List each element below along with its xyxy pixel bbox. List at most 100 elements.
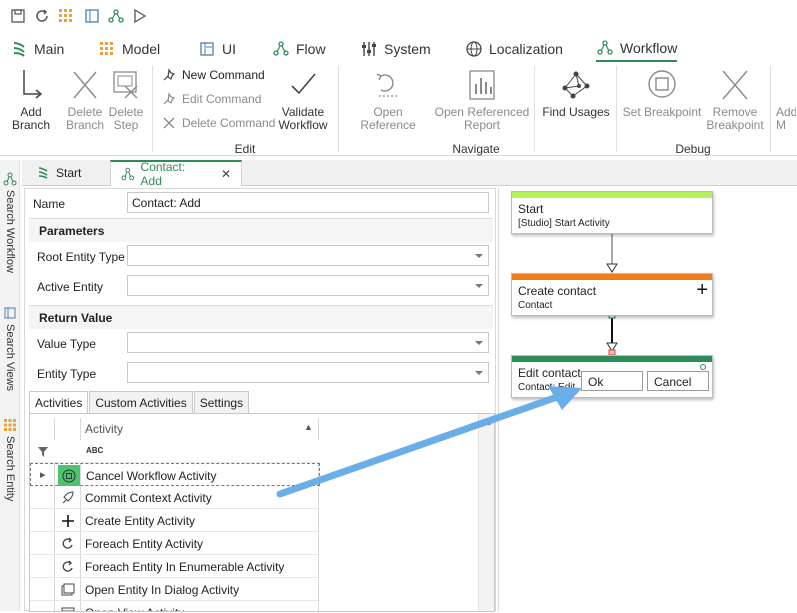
activity-row-label: Commit Context Activity bbox=[85, 491, 212, 505]
activity-row[interactable]: Commit Context Activity bbox=[30, 486, 320, 509]
subtab-activities[interactable]: Activities bbox=[29, 391, 89, 413]
set-breakpoint-button[interactable]: Set Breakpoint bbox=[620, 68, 704, 119]
system-sliders-icon bbox=[362, 42, 376, 56]
name-row: Name Contact: Add bbox=[25, 189, 495, 217]
activity-row[interactable]: Foreach Entity Activity bbox=[30, 532, 320, 555]
open-referenced-report-button[interactable]: Open Referenced Report bbox=[434, 68, 530, 132]
left-rail: Search Workflow Search Views Search Enti… bbox=[0, 160, 20, 611]
workflow-icon[interactable] bbox=[108, 8, 124, 24]
ui-window-icon bbox=[4, 307, 16, 319]
open-reference-button[interactable]: Open Reference bbox=[344, 68, 432, 132]
ui-window-icon[interactable] bbox=[84, 8, 100, 24]
main-tree-icon bbox=[13, 42, 25, 57]
delete-step-icon bbox=[113, 71, 138, 99]
plus-icon[interactable]: + bbox=[696, 280, 708, 300]
node-subtitle: [Studio] Start Activity bbox=[518, 218, 610, 229]
tab-workflow[interactable]: Workflow bbox=[596, 36, 678, 62]
ribbon-separator bbox=[616, 66, 617, 152]
node-subtitle: Contact bbox=[518, 300, 553, 311]
workflow-node-create-contact[interactable]: Create contact Contact + bbox=[511, 273, 713, 316]
activity-row[interactable]: Open View Activity bbox=[30, 601, 320, 611]
model-grid-icon[interactable] bbox=[58, 8, 74, 24]
node-handle-icon[interactable] bbox=[700, 364, 706, 370]
ok-button[interactable]: Ok bbox=[581, 371, 643, 391]
loop-icon bbox=[56, 532, 80, 555]
validate-workflow-button[interactable]: Validate Workflow bbox=[274, 68, 332, 132]
activity-subtabs: Activities Custom Activities Settings bbox=[29, 391, 250, 413]
doctab-start[interactable]: Start bbox=[26, 160, 91, 186]
ribbon-separator bbox=[534, 66, 535, 152]
search-views-button[interactable]: Search Views bbox=[0, 306, 20, 391]
expand-arrow-icon[interactable]: ▸ bbox=[40, 468, 46, 481]
tab-main[interactable]: Main bbox=[10, 36, 64, 62]
add-truncated-button[interactable]: Add M bbox=[776, 106, 796, 132]
activity-row[interactable]: Open Entity In Dialog Activity bbox=[30, 578, 320, 601]
flow-icon bbox=[273, 41, 289, 56]
grid-scrollbar[interactable] bbox=[478, 414, 494, 611]
close-icon[interactable]: ✕ bbox=[221, 167, 231, 181]
doctab-contact-add-label: Contact: Add bbox=[140, 160, 186, 188]
add-branch-button[interactable]: Add Branch bbox=[0, 68, 62, 132]
delete-step-label: Delete Step bbox=[108, 105, 144, 132]
workflow-icon bbox=[597, 40, 613, 55]
search-entity-button[interactable]: Search Entity bbox=[0, 418, 20, 501]
ribbon-separator bbox=[770, 66, 771, 152]
main-tree-icon bbox=[38, 167, 48, 179]
root-entity-type-select[interactable] bbox=[127, 245, 489, 266]
delete-branch-button[interactable]: Delete Branch bbox=[64, 68, 106, 132]
tab-system[interactable]: System bbox=[360, 36, 431, 62]
tab-ui[interactable]: UI bbox=[198, 36, 236, 62]
refresh-icon[interactable] bbox=[34, 8, 50, 24]
workflow-node-start[interactable]: Start [Studio] Start Activity bbox=[511, 191, 713, 234]
play-icon[interactable] bbox=[132, 8, 148, 24]
model-grid-icon bbox=[100, 42, 113, 55]
root-entity-type-label: Root Entity Type bbox=[37, 250, 125, 264]
delete-command-button[interactable]: Delete Command bbox=[162, 116, 275, 130]
tab-ui-label: UI bbox=[222, 41, 236, 57]
activity-row[interactable]: ▸ Cancel Workflow Activity bbox=[30, 463, 320, 486]
value-type-select[interactable] bbox=[127, 332, 489, 353]
active-entity-select[interactable] bbox=[127, 275, 489, 296]
loop-icon bbox=[56, 555, 80, 578]
menu-tabs: Main Model UI Flow System Localization W… bbox=[0, 36, 797, 62]
tab-flow-label: Flow bbox=[296, 41, 326, 57]
find-usages-label: Find Usages bbox=[542, 105, 610, 119]
tab-localization[interactable]: Localization bbox=[465, 36, 563, 62]
save-icon[interactable] bbox=[10, 8, 26, 24]
document-tabs: Start Contact: Add ✕ bbox=[22, 160, 797, 188]
entity-type-row: Entity Type bbox=[29, 359, 499, 387]
subtab-custom-activities[interactable]: Custom Activities bbox=[89, 391, 193, 413]
ribbon: Add Branch Delete Branch Delete Step New… bbox=[0, 62, 797, 156]
entity-type-label: Entity Type bbox=[37, 367, 97, 381]
activity-row[interactable]: Create Entity Activity bbox=[30, 509, 320, 532]
new-command-button[interactable]: New Command bbox=[162, 68, 265, 82]
search-workflow-label: Search Workflow bbox=[4, 190, 16, 273]
group-navigate-label: Navigate bbox=[452, 142, 500, 156]
entity-type-select[interactable] bbox=[127, 362, 489, 383]
name-input[interactable]: Contact: Add bbox=[127, 192, 489, 213]
workflow-canvas[interactable]: Start [Studio] Start Activity Create con… bbox=[498, 188, 797, 611]
search-workflow-button[interactable]: Search Workflow bbox=[0, 172, 20, 273]
delete-command-icon bbox=[163, 117, 175, 129]
activity-row-label: Open Entity In Dialog Activity bbox=[85, 583, 240, 597]
chevron-down-icon bbox=[475, 341, 483, 345]
find-usages-button[interactable]: Find Usages bbox=[540, 68, 612, 119]
edit-command-button[interactable]: Edit Command bbox=[162, 92, 261, 106]
cancel-button[interactable]: Cancel bbox=[647, 371, 709, 391]
plus-icon bbox=[56, 509, 80, 532]
tab-model[interactable]: Model bbox=[98, 36, 160, 62]
remove-breakpoint-button[interactable]: Remove Breakpoint bbox=[704, 68, 766, 132]
subtab-settings[interactable]: Settings bbox=[193, 391, 250, 413]
report-icon bbox=[469, 70, 495, 100]
validate-workflow-label: Validate Workflow bbox=[278, 105, 328, 132]
edit-command-label: Edit Command bbox=[182, 92, 262, 106]
scroll-up-icon[interactable] bbox=[483, 420, 491, 425]
node-title: Start bbox=[518, 202, 544, 216]
view-icon bbox=[56, 601, 80, 611]
activity-row[interactable]: Foreach Entity In Enumerable Activity bbox=[30, 555, 320, 578]
add-branch-icon bbox=[23, 70, 43, 99]
tab-flow[interactable]: Flow bbox=[272, 36, 326, 62]
doctab-contact-add[interactable]: Contact: Add ✕ bbox=[110, 160, 242, 188]
delete-step-button[interactable]: Delete Step bbox=[106, 68, 146, 132]
chevron-down-icon bbox=[475, 254, 483, 258]
